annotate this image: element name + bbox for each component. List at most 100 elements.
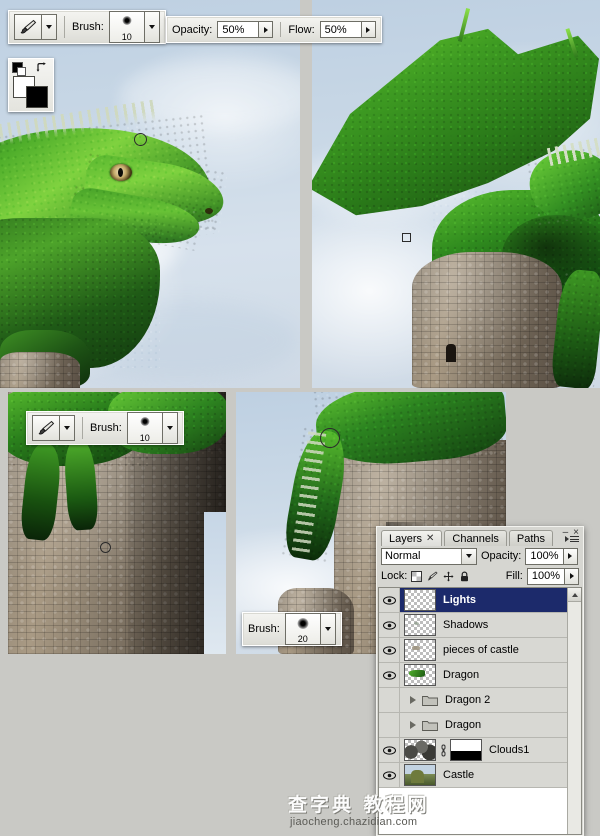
tab-paths-label: Paths xyxy=(516,532,546,545)
layer-visibility-toggle[interactable] xyxy=(379,738,400,762)
layer-list-scrollbar[interactable] xyxy=(567,588,581,834)
opacity-flow-bar[interactable]: Opacity: 50% Flow: 50% xyxy=(166,16,382,43)
layer-visibility-toggle[interactable] xyxy=(379,638,400,662)
tool-options-bar-secondary[interactable]: Brush: 10 xyxy=(26,411,184,445)
flow-control[interactable]: 50% xyxy=(319,21,376,38)
brush-size-preview[interactable]: 10 xyxy=(108,11,145,43)
link-icon[interactable] xyxy=(439,744,448,757)
chevron-down-icon[interactable] xyxy=(461,548,476,564)
layer-name[interactable]: Dragon 2 xyxy=(445,694,490,706)
brush-size-dropdown[interactable] xyxy=(162,412,178,444)
lock-all-icon[interactable] xyxy=(459,571,470,582)
opacity-label: Opacity: xyxy=(172,23,213,36)
brush-size-dropdown[interactable] xyxy=(144,11,160,43)
tab-channels-label: Channels xyxy=(452,532,499,545)
layer-visibility-toggle[interactable] xyxy=(379,763,400,787)
layer-thumbnail[interactable] xyxy=(404,664,436,686)
opacity-input[interactable]: 50% xyxy=(217,21,260,38)
blend-mode-select[interactable]: Normal xyxy=(381,547,477,565)
layer-name[interactable]: Dragon xyxy=(445,719,481,731)
lock-fill-row[interactable]: Lock: Fill: 100% xyxy=(377,566,583,586)
brush-tip-icon xyxy=(297,618,309,629)
tool-options-bar[interactable]: Brush: 10 xyxy=(8,10,166,44)
castle-tower xyxy=(412,252,562,388)
layer-visibility-toggle[interactable] xyxy=(379,613,400,637)
flow-slider-arrow[interactable] xyxy=(361,21,376,38)
brush-size-value: 10 xyxy=(121,32,132,42)
lock-buttons-group[interactable] xyxy=(411,570,470,582)
group-expand-arrow[interactable] xyxy=(406,696,420,704)
tab-paths[interactable]: Paths xyxy=(508,530,554,546)
paintbrush-tool-button[interactable] xyxy=(14,14,42,40)
layer-fill-control[interactable]: 100% xyxy=(526,567,579,585)
layer-thumbnail[interactable] xyxy=(404,739,436,761)
table-row[interactable]: Lights xyxy=(379,588,567,613)
brush-size-dropdown[interactable] xyxy=(320,613,336,645)
layer-visibility-toggle[interactable] xyxy=(379,713,400,737)
lock-transparent-pixels-icon[interactable] xyxy=(411,570,423,582)
layer-thumbnail[interactable] xyxy=(404,764,436,786)
tab-channels[interactable]: Channels xyxy=(444,530,507,546)
brush-size-preview[interactable]: 10 xyxy=(126,412,163,444)
scrollbar-track[interactable] xyxy=(568,602,581,834)
lock-image-pixels-icon[interactable] xyxy=(427,570,438,582)
layer-visibility-toggle[interactable] xyxy=(379,663,400,687)
color-swatch-widget[interactable] xyxy=(8,58,54,112)
group-expand-arrow[interactable] xyxy=(406,721,420,729)
chevron-right-icon xyxy=(410,721,416,729)
table-row[interactable]: Castle xyxy=(379,763,567,788)
blend-opacity-row[interactable]: Normal Opacity: 100% xyxy=(377,546,583,566)
layer-name[interactable]: Dragon xyxy=(443,669,479,681)
background-color-swatch[interactable] xyxy=(26,86,48,108)
opacity-control[interactable]: 50% xyxy=(217,21,274,38)
brush-size-value: 10 xyxy=(139,433,150,443)
canvas-top-right[interactable] xyxy=(312,0,600,388)
paintbrush-tool-button[interactable] xyxy=(32,415,60,441)
layer-list[interactable]: Lights Shadows pieces of castle Dragon D… xyxy=(378,587,582,835)
layer-fill-arrow[interactable] xyxy=(565,567,579,585)
brush-size-bar[interactable]: Brush: 20 xyxy=(242,612,342,646)
close-icon[interactable]: ✕ xyxy=(426,533,434,544)
tab-layers[interactable]: Layers ✕ xyxy=(381,530,443,546)
swap-colors-icon[interactable] xyxy=(36,62,48,73)
layer-mask-thumbnail[interactable] xyxy=(450,739,482,761)
table-row[interactable]: pieces of castle xyxy=(379,638,567,663)
chevron-right-icon xyxy=(569,573,574,579)
layer-name[interactable]: Shadows xyxy=(443,619,488,631)
palette-tab-strip[interactable]: Layers ✕ Channels Paths – × xyxy=(377,527,583,546)
lock-position-icon[interactable] xyxy=(443,571,454,582)
layer-rows[interactable]: Lights Shadows pieces of castle Dragon D… xyxy=(379,588,567,834)
default-colors-icon-white[interactable] xyxy=(17,67,26,76)
layer-name[interactable]: Clouds1 xyxy=(489,744,529,756)
opacity-slider-arrow[interactable] xyxy=(259,21,274,38)
palette-menu-button[interactable] xyxy=(565,536,579,542)
layer-thumbnail[interactable] xyxy=(404,614,436,636)
table-row[interactable]: Clouds1 xyxy=(379,738,567,763)
layer-thumbnail[interactable] xyxy=(404,639,436,661)
layer-name[interactable]: Lights xyxy=(443,594,476,606)
chevron-down-icon xyxy=(64,426,70,430)
scroll-up-button[interactable] xyxy=(568,588,581,602)
layer-name[interactable]: Castle xyxy=(443,769,474,781)
layer-opacity-input[interactable]: 100% xyxy=(525,547,564,565)
eye-icon xyxy=(382,620,396,630)
layer-thumbnail[interactable] xyxy=(404,589,436,611)
layer-visibility-toggle[interactable] xyxy=(379,688,400,712)
layer-opacity-control[interactable]: 100% xyxy=(525,547,578,565)
table-row[interactable]: Dragon 2 xyxy=(379,688,567,713)
paintbrush-icon xyxy=(20,19,37,34)
brush-size-preview[interactable]: 20 xyxy=(284,613,321,645)
table-row[interactable]: Shadows xyxy=(379,613,567,638)
layer-fill-input[interactable]: 100% xyxy=(526,567,565,585)
brush-preset-dropdown[interactable] xyxy=(42,14,57,40)
toolbar-divider xyxy=(280,22,282,37)
layer-visibility-toggle[interactable] xyxy=(379,588,400,612)
flow-input[interactable]: 50% xyxy=(319,21,362,38)
layer-opacity-arrow[interactable] xyxy=(563,547,578,565)
layer-name[interactable]: pieces of castle xyxy=(443,644,519,656)
table-row[interactable]: Dragon xyxy=(379,663,567,688)
table-row[interactable]: Dragon xyxy=(379,713,567,738)
brush-preset-dropdown[interactable] xyxy=(60,415,75,441)
toolbar-divider xyxy=(82,417,83,439)
layers-palette[interactable]: Layers ✕ Channels Paths – × Normal Opaci… xyxy=(376,526,584,836)
